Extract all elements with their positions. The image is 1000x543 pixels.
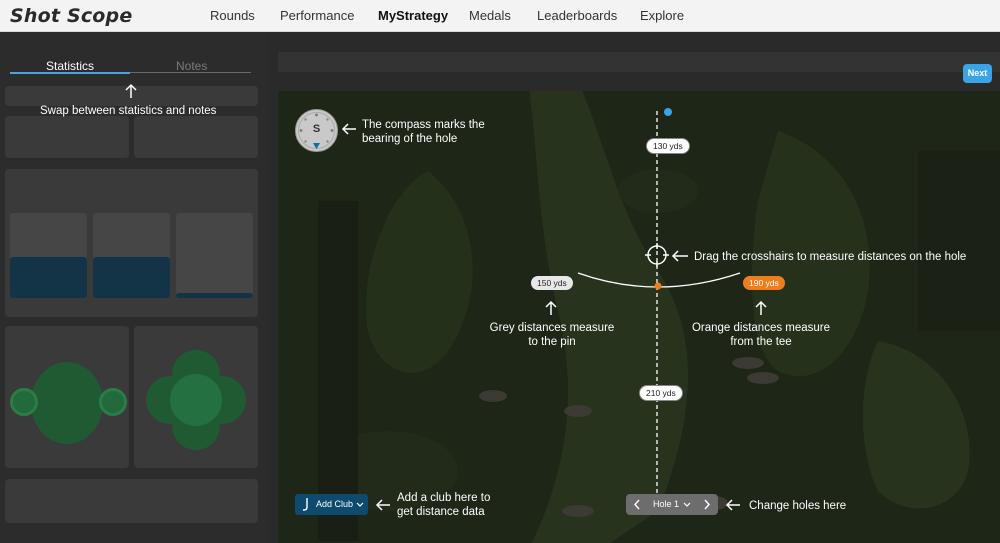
chevron-down-icon [683,494,691,517]
nav-rounds[interactable]: Rounds [210,8,255,23]
compass-hint-line-2: bearing of the hole [362,133,458,145]
course-info-bar [278,52,1000,72]
hole-selector: Hole 1 [626,494,718,515]
stat-card-avg-score [5,116,129,158]
tab-notes[interactable]: Notes [176,59,207,73]
course-satellite-image [278,91,1000,543]
left-miss-bar [10,257,87,298]
compass-hint: The compass marks the bearing of the hol… [362,118,485,146]
approach-card [5,326,129,468]
pin-distance-label: 130 yds [646,138,690,154]
compass-bearing-label: S [312,123,321,135]
add-club-hint-line-2: get distance data [397,506,485,518]
grey-distance-hint: Grey distances measure to the pin [482,321,622,349]
tab-active-indicator [10,72,130,74]
add-club-button[interactable]: Add Club [295,494,368,515]
grey-distance-label[interactable]: 150 yds [531,276,573,290]
tee-shots-card [5,169,258,317]
orange-distance-hint: Orange distances measure from the tee [682,321,840,349]
nav-mystrategy[interactable]: MyStrategy [378,8,448,23]
previous-hole-icon[interactable] [632,494,642,517]
tabs-hint: Swap between statistics and notes [40,105,217,117]
change-holes-hint: Change holes here [749,500,847,512]
nav-performance[interactable]: Performance [280,8,354,23]
compass[interactable]: S [295,109,338,152]
hole-label[interactable]: Hole 1 [653,494,679,515]
short-game-card [134,326,258,468]
top-navigation-bar: Shot Scope Rounds Performance MyStrategy… [0,0,1000,32]
approach-green-shape [31,362,103,444]
short-game-center [170,374,222,426]
chevron-down-icon [356,494,364,523]
nav-explore[interactable]: Explore [640,8,684,23]
approach-right-ring [99,388,127,416]
left-arrow-icon [341,123,356,135]
hole-map[interactable] [278,91,1000,543]
right-miss-box [176,213,253,298]
grey-hint-line-2: to the pin [528,336,576,348]
shot-scope-logo[interactable]: Shot Scope [10,5,132,27]
golf-club-icon [302,494,310,523]
orange-hint-line-2: from the tee [730,336,792,348]
average-putts-card [5,479,258,523]
nav-medals[interactable]: Medals [469,8,511,23]
left-arrow-icon [725,499,740,511]
tee-distance-label: 210 yds [639,385,683,401]
stat-card-total-rounds [134,116,258,158]
next-button[interactable]: Next [963,64,992,83]
up-arrow-icon [755,300,767,315]
grey-hint-line-1: Grey distances measure [489,322,615,334]
add-club-hint: Add a club here to get distance data [397,491,490,519]
next-hole-icon[interactable] [702,494,712,517]
left-arrow-icon [375,499,390,511]
compass-hint-line-1: The compass marks the [362,119,485,131]
right-miss-bar [176,293,253,298]
up-arrow-icon [125,83,137,98]
orange-hint-line-1: Orange distances measure [691,322,831,334]
panel-tabs: Statistics Notes [10,56,251,76]
tab-statistics[interactable]: Statistics [46,59,94,73]
up-arrow-icon [545,300,557,315]
crosshairs-hint: Drag the crosshairs to measure distances… [694,251,967,263]
left-arrow-icon [671,250,688,262]
add-club-label: Add Club [316,499,354,509]
fairway-bar [93,257,170,298]
orange-distance-label[interactable]: 190 yds [743,276,785,290]
approach-left-ring [10,388,38,416]
add-club-hint-line-1: Add a club here to [397,492,491,504]
nav-leaderboards[interactable]: Leaderboards [537,8,617,23]
